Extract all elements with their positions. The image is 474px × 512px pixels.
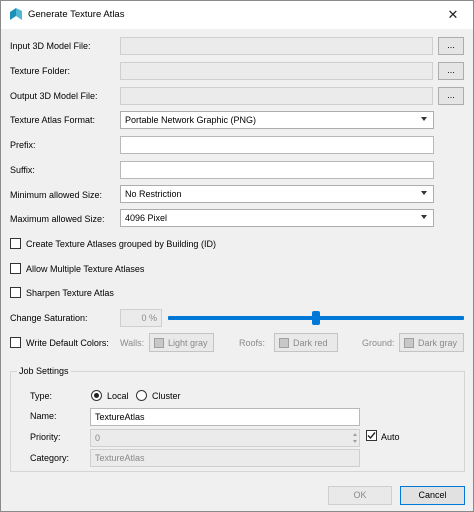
texture-folder-label: Texture Folder: <box>10 66 71 76</box>
min-size-label: Minimum allowed Size: <box>10 190 103 200</box>
group-by-building-label: Create Texture Atlases grouped by Buildi… <box>26 239 216 249</box>
input-model-label: Input 3D Model File: <box>10 41 91 51</box>
chevron-down-icon <box>421 117 427 121</box>
auto-label: Auto <box>381 432 400 442</box>
atlas-format-label: Texture Atlas Format: <box>10 115 96 125</box>
job-name-input[interactable]: TextureAtlas <box>90 408 360 426</box>
suffix-label: Suffix: <box>10 165 35 175</box>
atlas-format-select[interactable]: Portable Network Graphic (PNG) <box>120 111 434 129</box>
max-size-value: 4096 Pixel <box>125 213 168 223</box>
title-bar: Generate Texture Atlas ✕ <box>1 1 473 29</box>
name-label: Name: <box>30 411 57 421</box>
priority-value: 0 <box>95 433 101 443</box>
atlas-format-value: Portable Network Graphic (PNG) <box>125 115 257 125</box>
input-model-field[interactable] <box>120 37 433 55</box>
allow-multiple-checkbox[interactable] <box>10 263 21 274</box>
texture-folder-field[interactable] <box>120 62 433 80</box>
chevron-down-icon <box>421 191 427 195</box>
app-icon <box>10 8 22 20</box>
max-size-select[interactable]: 4096 Pixel <box>120 209 434 227</box>
suffix-input[interactable] <box>120 161 434 179</box>
chevron-down-icon <box>421 215 427 219</box>
spin-down-icon <box>353 440 357 443</box>
radio-selected-dot <box>94 393 99 398</box>
roofs-label: Roofs: <box>239 338 266 348</box>
priority-spinbox[interactable]: 0 <box>90 429 360 447</box>
ok-button[interactable]: OK <box>328 486 392 505</box>
priority-label: Priority: <box>30 432 61 442</box>
cancel-button[interactable]: Cancel <box>400 486 465 505</box>
write-default-colors-checkbox[interactable] <box>10 337 21 348</box>
roofs-color-swatch <box>279 337 289 348</box>
input-model-browse-button[interactable]: ... <box>438 37 464 55</box>
auto-checkbox[interactable] <box>366 430 377 441</box>
category-label: Category: <box>30 453 70 463</box>
close-icon[interactable]: ✕ <box>433 1 473 29</box>
window-title: Generate Texture Atlas <box>28 9 125 20</box>
walls-color-button[interactable]: Light gray <box>149 333 214 352</box>
roofs-color-value: Dark red <box>293 337 328 348</box>
ground-color-value: Dark gray <box>418 337 458 348</box>
prefix-input[interactable] <box>120 136 434 154</box>
category-field[interactable]: TextureAtlas <box>90 449 360 467</box>
walls-label: Walls: <box>120 338 145 348</box>
saturation-slider-thumb[interactable] <box>312 311 320 325</box>
write-default-colors-label: Write Default Colors: <box>26 338 109 348</box>
walls-color-swatch <box>154 337 164 348</box>
spin-up-icon <box>353 433 357 436</box>
min-size-value: No Restriction <box>125 189 182 199</box>
texture-folder-browse-button[interactable]: ... <box>438 62 464 80</box>
type-local-label: Local <box>107 391 129 401</box>
prefix-label: Prefix: <box>10 140 36 150</box>
group-by-building-checkbox[interactable] <box>10 238 21 249</box>
ground-color-button[interactable]: Dark gray <box>399 333 464 352</box>
ground-label: Ground: <box>362 338 395 348</box>
type-cluster-radio[interactable] <box>136 390 147 401</box>
saturation-value-field[interactable]: 0 % <box>120 309 162 327</box>
max-size-label: Maximum allowed Size: <box>10 214 105 224</box>
walls-color-value: Light gray <box>168 337 208 348</box>
saturation-label: Change Saturation: <box>10 313 88 323</box>
sharpen-checkbox[interactable] <box>10 287 21 298</box>
allow-multiple-label: Allow Multiple Texture Atlases <box>26 264 145 274</box>
type-label: Type: <box>30 391 53 401</box>
type-local-radio[interactable] <box>91 390 102 401</box>
type-cluster-label: Cluster <box>152 391 181 401</box>
ground-color-swatch <box>404 337 414 348</box>
min-size-select[interactable]: No Restriction <box>120 185 434 203</box>
checkmark-icon <box>367 432 376 440</box>
output-model-label: Output 3D Model File: <box>10 91 98 101</box>
output-model-browse-button[interactable]: ... <box>438 87 464 105</box>
job-settings-title: Job Settings <box>17 366 71 376</box>
roofs-color-button[interactable]: Dark red <box>274 333 338 352</box>
sharpen-label: Sharpen Texture Atlas <box>26 288 114 298</box>
dialog-window: Generate Texture Atlas ✕ Input 3D Model … <box>0 0 474 512</box>
output-model-field[interactable] <box>120 87 433 105</box>
